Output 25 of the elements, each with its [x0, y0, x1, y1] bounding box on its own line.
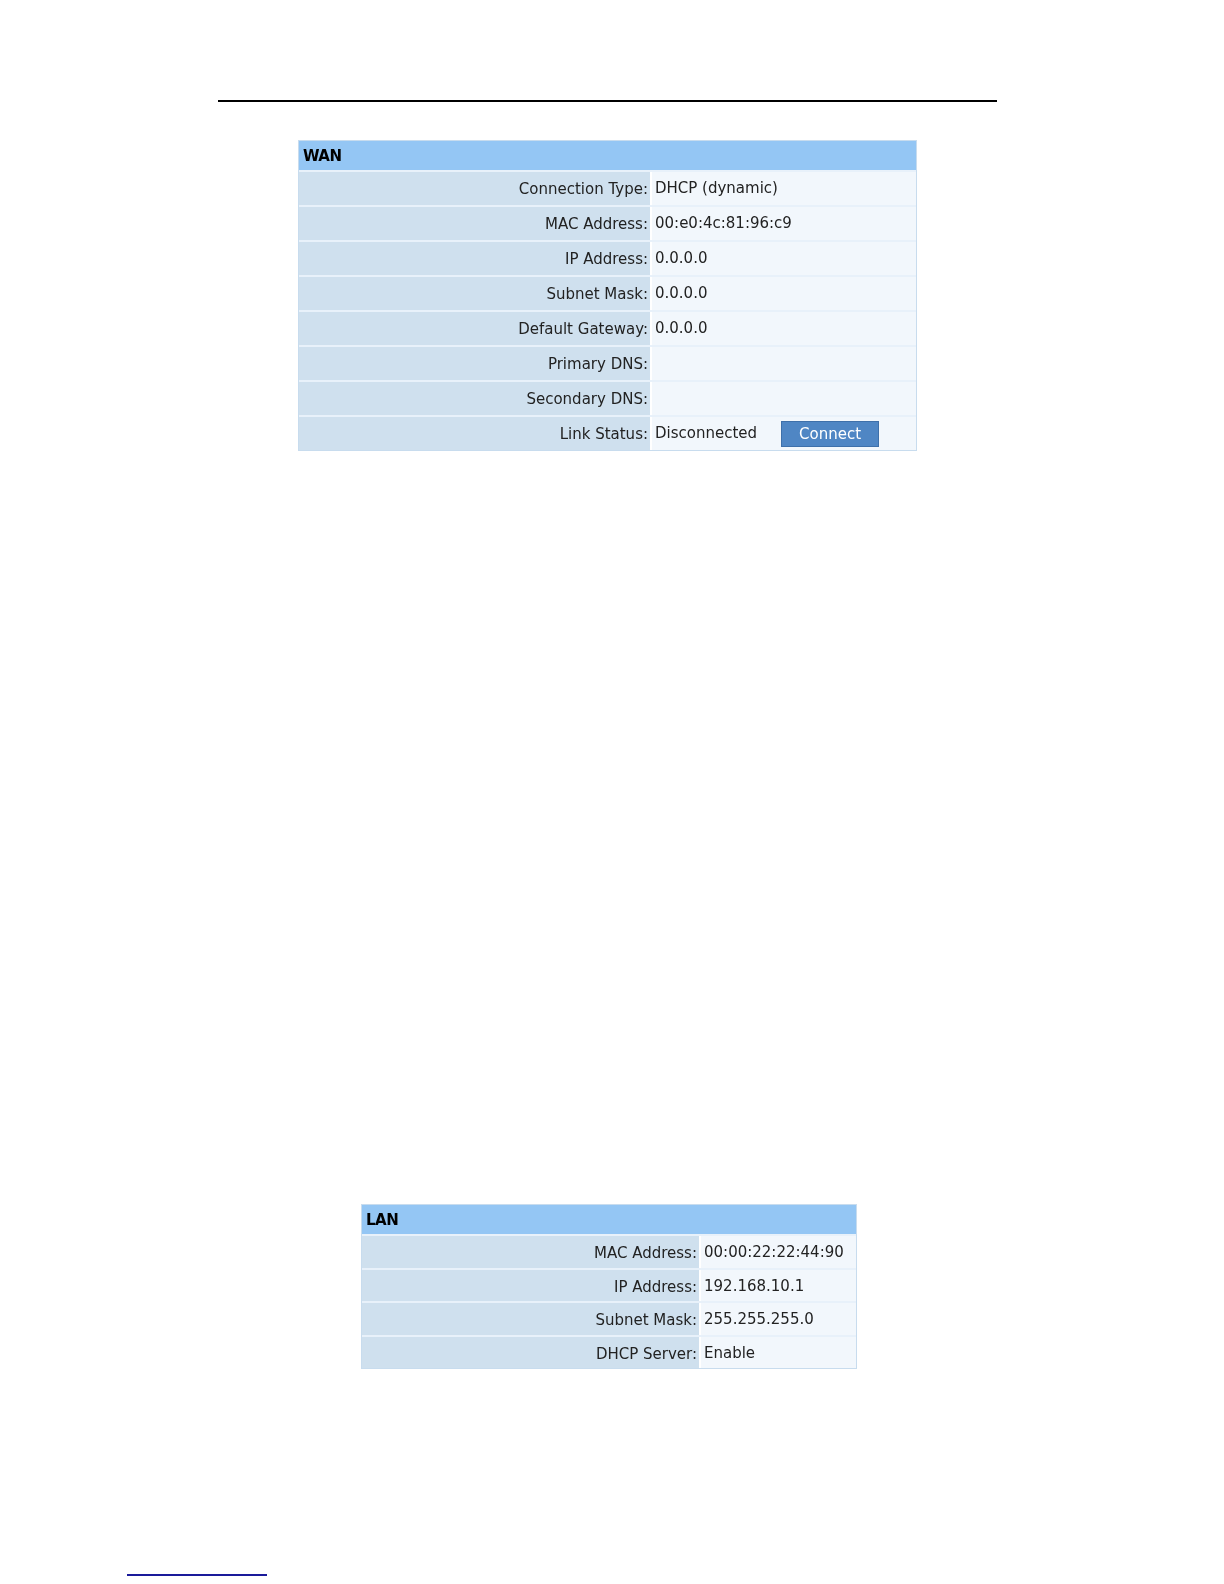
field-label: Default Gateway:	[299, 312, 650, 345]
field-label: Connection Type:	[299, 172, 650, 205]
field-value: 0.0.0.0	[655, 248, 708, 269]
panel-title: LAN	[362, 1205, 856, 1234]
field-value: 00:00:22:22:44:90	[704, 1242, 844, 1263]
field-label: IP Address:	[362, 1269, 699, 1301]
field-label: Primary DNS:	[299, 347, 650, 380]
field-label: MAC Address:	[299, 207, 650, 240]
field-label: Link Status:	[299, 417, 650, 450]
field-label: Subnet Mask:	[299, 277, 650, 310]
field-label: IP Address:	[299, 242, 650, 275]
field-label: DHCP Server:	[362, 1336, 699, 1368]
field-value: 0.0.0.0	[655, 318, 708, 339]
field-value: 0.0.0.0	[655, 283, 708, 304]
field-value: Enable	[704, 1342, 756, 1364]
field-value: 192.168.10.1	[704, 1275, 805, 1297]
field-value: Disconnected	[655, 423, 758, 444]
field-label: MAC Address:	[362, 1236, 699, 1268]
panel-title: WAN	[299, 141, 916, 170]
connect-button[interactable]: Connect	[781, 421, 880, 447]
field-label: Subnet Mask:	[362, 1303, 699, 1335]
field-value: DHCP (dynamic)	[655, 178, 778, 199]
field-value: 255.255.255.0	[704, 1309, 814, 1330]
field-value: 00:e0:4c:81:96:c9	[655, 213, 792, 234]
field-label: Secondary DNS:	[299, 382, 650, 415]
